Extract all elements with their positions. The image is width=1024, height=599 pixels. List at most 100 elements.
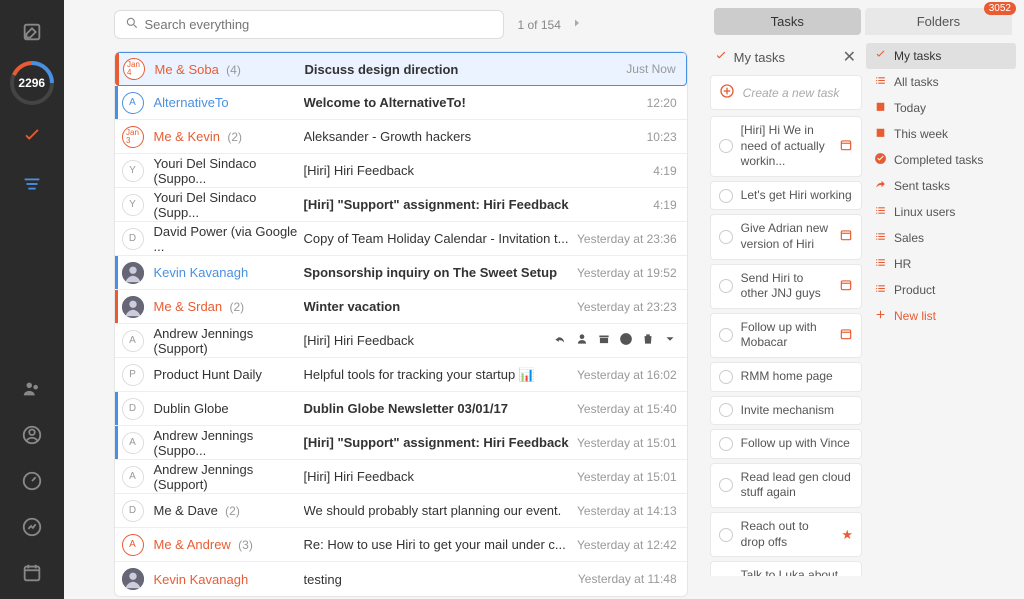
subject: [Hiri] "Support" assignment: Hiri Feedba…: [304, 435, 577, 450]
task-text: Read lead gen cloud stuff again: [741, 470, 853, 501]
email-row[interactable]: AMe & Andrew (3)Re: How to use Hiri to g…: [115, 528, 687, 562]
list-item[interactable]: Today: [866, 95, 1016, 121]
list-item[interactable]: New list: [866, 303, 1016, 329]
sender: Me & Soba (4): [155, 62, 305, 77]
email-row[interactable]: Kevin KavanaghSponsorship inquiry on The…: [115, 256, 687, 290]
list-label: All tasks: [894, 75, 939, 89]
time: Yesterday at 12:42: [577, 538, 677, 552]
status-bar: [115, 324, 118, 357]
list-item[interactable]: My tasks: [866, 43, 1016, 69]
list-item[interactable]: Product: [866, 277, 1016, 303]
email-row[interactable]: AAndrew Jennings (Support)[Hiri] Hiri Fe…: [115, 460, 687, 494]
list-label: HR: [894, 257, 911, 271]
check-icon: [714, 49, 734, 66]
check-icon: [874, 48, 894, 64]
task-checkbox[interactable]: [719, 528, 733, 542]
task-checkbox[interactable]: [719, 478, 733, 492]
task-checkbox[interactable]: [719, 279, 733, 293]
email-row[interactable]: Jan3Me & Kevin (2)Aleksander - Growth ha…: [115, 120, 687, 154]
email-row[interactable]: DMe & Dave (2)We should probably start p…: [115, 494, 687, 528]
email-row[interactable]: PProduct Hunt DailyHelpful tools for tra…: [115, 358, 687, 392]
main-column: 1 of 154 Jan4Me & Soba (4)Discuss design…: [64, 0, 702, 599]
dashboard-nav[interactable]: [12, 461, 52, 501]
reply-icon[interactable]: [553, 332, 567, 349]
email-row[interactable]: Me & Srdan (2)Winter vacationYesterday a…: [115, 290, 687, 324]
list-item[interactable]: HR: [866, 251, 1016, 277]
calendar-nav[interactable]: [12, 553, 52, 593]
tasks-nav[interactable]: [12, 116, 52, 156]
status-bar: [115, 460, 118, 493]
task-item[interactable]: Send Hiri to other JNJ guys: [710, 264, 862, 309]
email-row[interactable]: AAndrew Jennings (Suppo...[Hiri] "Suppor…: [115, 426, 687, 460]
list-label: Linux users: [894, 205, 955, 219]
task-item[interactable]: Give Adrian new version of Hiri: [710, 214, 862, 259]
task-item[interactable]: Invite mechanism: [710, 396, 862, 426]
task-checkbox[interactable]: [719, 370, 733, 384]
task-checkbox[interactable]: [719, 189, 733, 203]
check-circle-icon: [874, 152, 894, 168]
tab-tasks[interactable]: Tasks: [714, 8, 861, 35]
chevron-down-icon[interactable]: [663, 332, 677, 349]
time: 4:19: [577, 164, 677, 178]
new-task-input[interactable]: Create a new task: [710, 75, 862, 110]
task-text: Invite mechanism: [741, 403, 853, 419]
list-item[interactable]: Linux users: [866, 199, 1016, 225]
time: Just Now: [576, 62, 676, 76]
task-item[interactable]: Follow up with Vince: [710, 429, 862, 459]
email-row[interactable]: DDublin GlobeDublin Globe Newsletter 03/…: [115, 392, 687, 426]
task-item[interactable]: [Hiri] Hi We in need of actually workin.…: [710, 116, 862, 177]
email-row[interactable]: AAndrew Jennings (Support)[Hiri] Hiri Fe…: [115, 324, 687, 358]
list-item[interactable]: Sent tasks: [866, 173, 1016, 199]
list-label: Sales: [894, 231, 924, 245]
avatar: Jan3: [122, 126, 144, 148]
clock-icon[interactable]: [619, 332, 633, 349]
task-item[interactable]: RMM home page: [710, 362, 862, 392]
email-row[interactable]: YYouri Del Sindaco (Suppo...[Hiri] Hiri …: [115, 154, 687, 188]
search-box[interactable]: [114, 10, 504, 39]
trash-icon[interactable]: [641, 332, 655, 349]
status-bar: [116, 53, 119, 85]
subject: Discuss design direction: [305, 62, 576, 77]
task-checkbox[interactable]: [719, 230, 733, 244]
list-item[interactable]: Completed tasks: [866, 147, 1016, 173]
subject: Dublin Globe Newsletter 03/01/17: [304, 401, 577, 416]
archive-icon[interactable]: [597, 332, 611, 349]
avatar: A: [122, 432, 144, 454]
subject: Sponsorship inquiry on The Sweet Setup: [304, 265, 577, 280]
task-item[interactable]: Talk to Luka about Ian's problem: [710, 561, 862, 576]
email-row[interactable]: DDavid Power (via Google ...Copy of Team…: [115, 222, 687, 256]
task-checkbox[interactable]: [719, 328, 733, 342]
list-item[interactable]: Sales: [866, 225, 1016, 251]
close-icon[interactable]: ✕: [843, 47, 856, 67]
person-icon[interactable]: [575, 332, 589, 349]
pager-next[interactable]: [571, 17, 583, 32]
task-item[interactable]: Read lead gen cloud stuff again: [710, 463, 862, 508]
profile-nav[interactable]: [12, 415, 52, 455]
list-item[interactable]: All tasks: [866, 69, 1016, 95]
list-icon: [874, 74, 894, 90]
contacts-nav[interactable]: [12, 369, 52, 409]
compose-button[interactable]: [12, 12, 52, 52]
email-row[interactable]: YYouri Del Sindaco (Supp...[Hiri] "Suppo…: [115, 188, 687, 222]
search-input[interactable]: [145, 17, 493, 32]
list-item[interactable]: This week: [866, 121, 1016, 147]
task-checkbox[interactable]: [719, 437, 733, 451]
status-bar: [115, 494, 118, 527]
filter-nav[interactable]: [12, 164, 52, 204]
email-row[interactable]: Jan4Me & Soba (4)Discuss design directio…: [115, 52, 687, 86]
cal-icon: [874, 126, 894, 142]
avatar: [122, 296, 144, 318]
sender: Me & Andrew (3): [154, 537, 304, 552]
time: Yesterday at 15:01: [577, 470, 677, 484]
task-item[interactable]: Let's get Hiri working: [710, 181, 862, 211]
settings-nav[interactable]: [12, 507, 52, 547]
task-item[interactable]: Follow up with Mobacar: [710, 313, 862, 358]
email-row[interactable]: Kevin KavanaghtestingYesterday at 11:48: [115, 562, 687, 596]
task-checkbox[interactable]: [719, 139, 733, 153]
sender: Kevin Kavanagh: [154, 265, 304, 280]
score-gauge[interactable]: 2296: [9, 60, 55, 106]
task-checkbox[interactable]: [719, 403, 733, 417]
email-row[interactable]: AAlternativeToWelcome to AlternativeTo!1…: [115, 86, 687, 120]
time: Yesterday at 23:36: [577, 232, 677, 246]
task-item[interactable]: Reach out to drop offs★: [710, 512, 862, 557]
